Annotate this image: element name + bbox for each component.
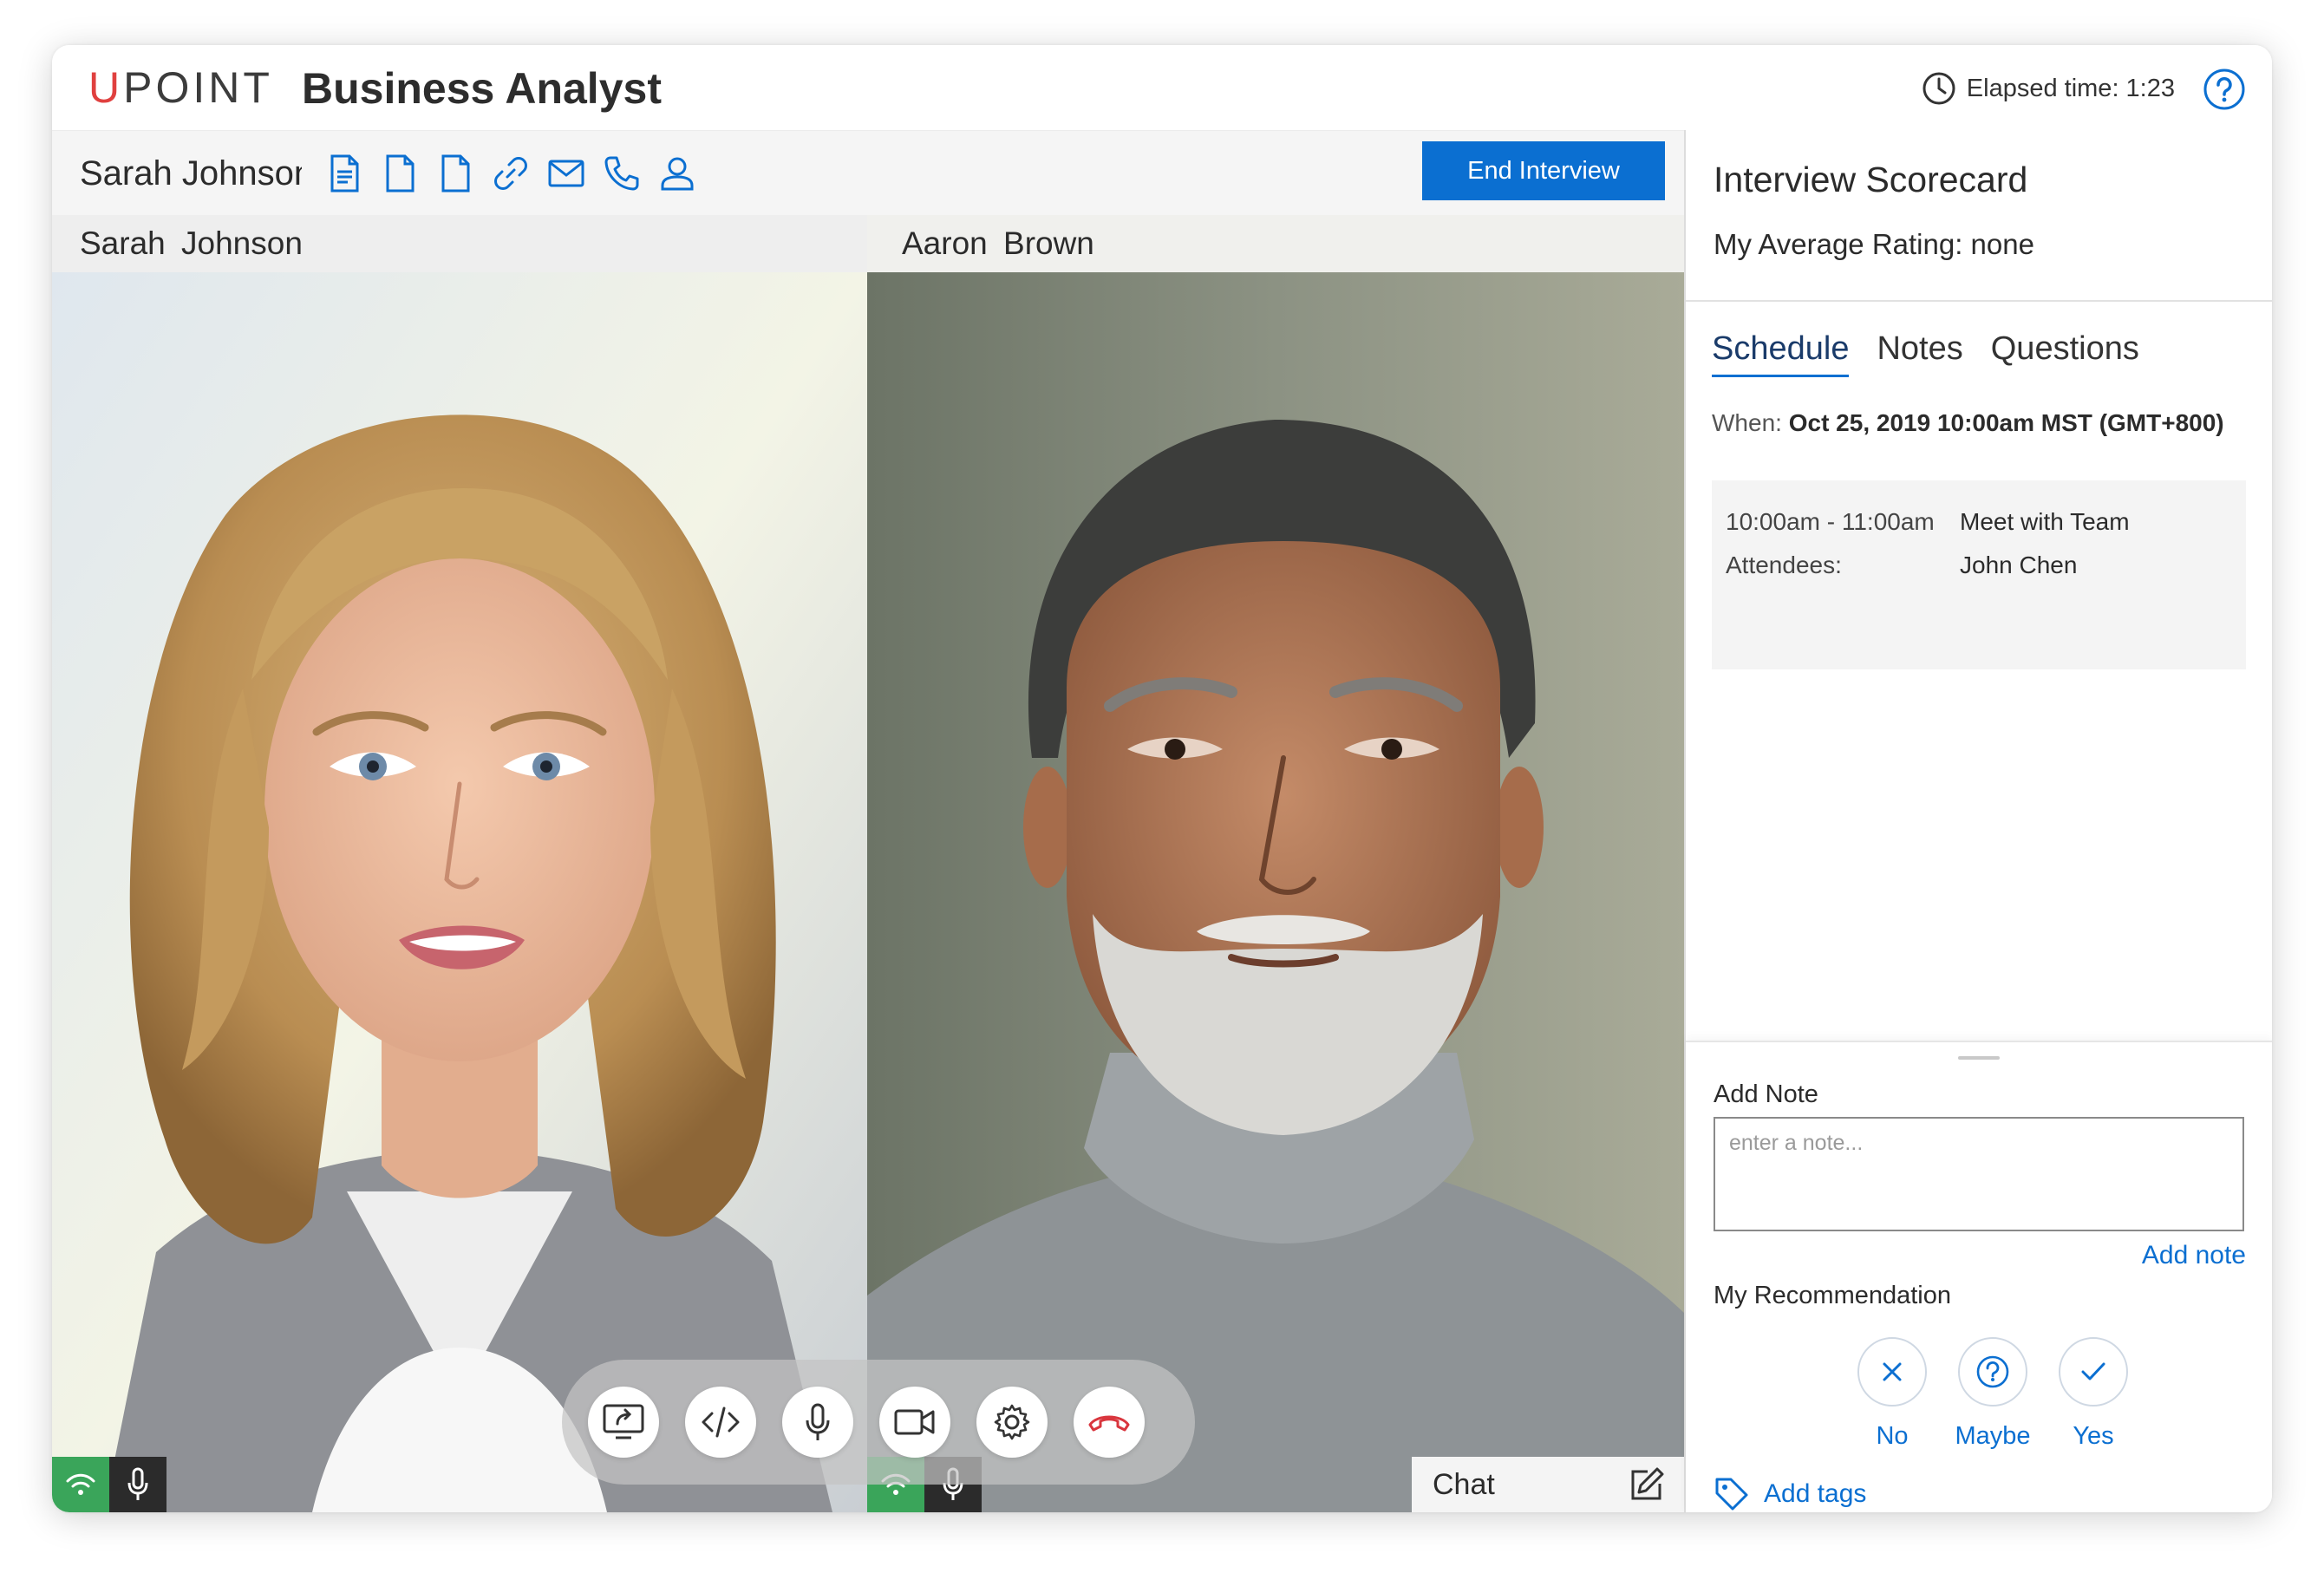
page-title: Business Analyst (302, 64, 662, 113)
resume-document-icon[interactable] (321, 150, 368, 197)
tab-schedule[interactable]: Schedule (1712, 326, 1850, 377)
average-rating: My Average Rating: none (1714, 228, 2034, 260)
video-feed-aaron (867, 272, 1684, 1512)
app-window: UPOINT Business Analyst Elapsed time: 1:… (52, 45, 2272, 1512)
candidate-name: Sarah Johnson (80, 154, 302, 193)
hang-up-icon[interactable] (1074, 1387, 1145, 1458)
envelope-icon[interactable] (543, 150, 590, 197)
document-icon[interactable] (432, 150, 479, 197)
recommend-no-label: No (1876, 1422, 1909, 1450)
attendees-value: John Chen (1960, 552, 2078, 578)
chat-tab[interactable]: Chat (1412, 1457, 1684, 1512)
end-interview-button[interactable]: End Interview (1422, 141, 1665, 200)
scorecard-tabs: Schedule Notes Questions (1712, 326, 2167, 377)
wifi-icon (52, 1457, 109, 1512)
schedule-card: 10:00am - 11:00am Meet with Team Attende… (1712, 480, 2246, 669)
user-icon[interactable] (654, 150, 701, 197)
interview-when: When: Oct 25, 2019 10:00am MST (GMT+800) (1712, 406, 2224, 441)
microphone-icon[interactable] (782, 1387, 853, 1458)
scorecard-panel: Interview Scorecard My Average Rating: n… (1684, 130, 2272, 1512)
add-note-label: Add Note (1714, 1080, 1818, 1108)
attendees-label: Attendees: (1726, 552, 1842, 578)
tab-questions[interactable]: Questions (1991, 326, 2139, 377)
screen-share-icon[interactable] (588, 1387, 659, 1458)
sarah-status (52, 1457, 166, 1512)
question-icon[interactable] (1958, 1337, 2027, 1407)
recommendation-label: My Recommendation (1714, 1282, 1951, 1309)
video-name-sarah: Sarah Johnson (52, 215, 867, 272)
logo-letter: U (88, 63, 124, 112)
add-tags-link[interactable]: Add tags (1714, 1476, 1866, 1512)
recommend-yes-button[interactable]: Yes (2043, 1337, 2144, 1452)
candidate-toolbar: Sarah Johnson End Interview (52, 130, 1684, 215)
add-note-link[interactable]: Add note (2142, 1238, 2246, 1273)
tab-notes[interactable]: Notes (1877, 326, 1962, 377)
participant-video-image (52, 272, 867, 1512)
check-icon[interactable] (2059, 1337, 2128, 1407)
video-camera-icon[interactable] (879, 1387, 950, 1458)
settings-gear-icon[interactable] (976, 1387, 1048, 1458)
x-icon[interactable] (1857, 1337, 1927, 1407)
recommend-yes-label: Yes (2073, 1422, 2114, 1450)
elapsed-time: Elapsed time: 1:23 (1922, 69, 2175, 108)
schedule-time: 10:00am - 11:00am (1726, 508, 1935, 535)
divider (1686, 300, 2272, 302)
recommendation-options: No Maybe Yes (1842, 1337, 2144, 1452)
participant-video-image (867, 272, 1684, 1512)
when-label: When: (1712, 409, 1782, 436)
link-icon[interactable] (487, 150, 534, 197)
document-icon[interactable] (376, 150, 423, 197)
note-input[interactable] (1714, 1117, 2244, 1231)
question-circle-icon[interactable] (2203, 68, 2246, 111)
video-name-aaron: Aaron Brown (867, 215, 1684, 272)
add-tags-label: Add tags (1764, 1479, 1867, 1508)
code-icon[interactable] (685, 1387, 756, 1458)
clock-icon (1923, 72, 1955, 105)
note-section: Add Note Add note My Recommendation No M… (1686, 1041, 2272, 1512)
candidate-actions (321, 150, 709, 197)
scorecard-title: Interview Scorecard (1714, 160, 2028, 199)
tag-icon (1715, 1478, 1748, 1511)
microphone-icon[interactable] (109, 1457, 166, 1512)
elapsed-time-label: Elapsed time: 1:23 (1966, 75, 2175, 102)
upoint-logo: UPOINT (88, 63, 273, 112)
phone-icon[interactable] (598, 150, 645, 197)
compose-icon[interactable] (1629, 1466, 1665, 1503)
top-header: UPOINT Business Analyst Elapsed time: 1:… (52, 45, 2272, 130)
logo-text: UPOINT (88, 63, 273, 112)
when-value: Oct 25, 2019 10:00am MST (GMT+800) (1788, 409, 2224, 436)
video-feed-sarah (52, 272, 867, 1512)
recommend-maybe-button[interactable]: Maybe (1942, 1337, 2043, 1452)
chat-label: Chat (1433, 1467, 1495, 1501)
recommend-maybe-label: Maybe (1955, 1422, 2031, 1450)
schedule-event: Meet with Team (1960, 508, 2130, 535)
call-controls (562, 1360, 1195, 1485)
resize-handle[interactable] (1958, 1056, 2000, 1060)
recommend-no-button[interactable]: No (1842, 1337, 1942, 1452)
